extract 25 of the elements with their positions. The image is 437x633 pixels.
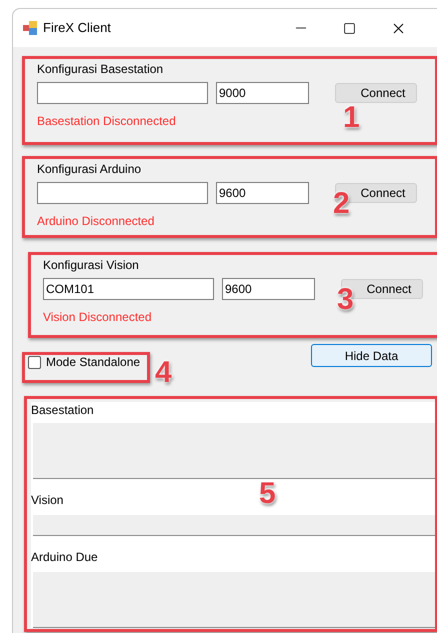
host-field[interactable]: [37, 82, 208, 104]
connection-status: Basestation Disconnected: [37, 113, 176, 130]
annotation-number: 4: [155, 358, 172, 388]
section-label: Basestation: [31, 402, 94, 419]
window-title: FireX Client: [43, 19, 111, 38]
standalone-checkbox[interactable]: [28, 356, 41, 368]
connection-status: Vision Disconnected: [43, 309, 152, 326]
group-title: Konfigurasi Vision: [43, 258, 139, 272]
host-field[interactable]: [37, 182, 208, 204]
port-field[interactable]: 9600: [216, 182, 309, 204]
port-field[interactable]: 9000: [216, 82, 309, 104]
group-title: Konfigurasi Basestation: [37, 62, 164, 76]
hide-data-button[interactable]: Hide Data: [311, 344, 432, 367]
connection-status: Arduino Disconnected: [37, 213, 154, 230]
checkbox-label: Mode Standalone: [46, 355, 140, 369]
connect-button[interactable]: Connect: [335, 83, 417, 103]
port-field[interactable]: 9600: [222, 278, 315, 300]
annotation-number: 5: [259, 479, 276, 509]
section-label: Vision: [31, 492, 64, 509]
section-label: Arduino Due: [31, 549, 98, 566]
annotation-number: 1: [343, 103, 360, 133]
app-icon: [23, 21, 37, 35]
host-field[interactable]: COM101: [43, 278, 214, 300]
group-title: Konfigurasi Arduino: [37, 162, 142, 176]
maximize-icon[interactable]: [342, 22, 356, 34]
